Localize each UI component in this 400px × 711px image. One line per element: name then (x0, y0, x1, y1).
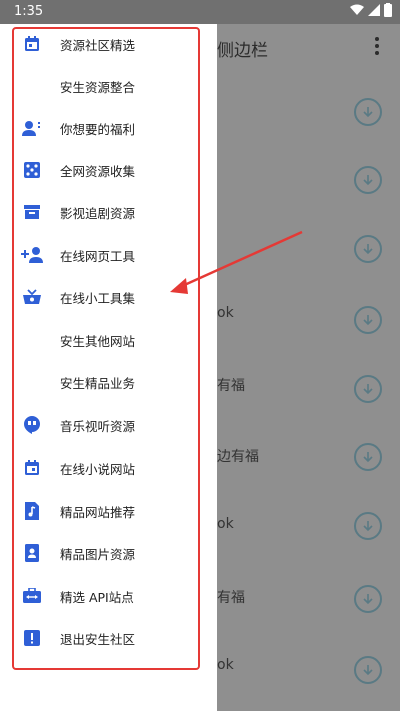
drawer-item-label: 安生精品业务 (60, 375, 136, 391)
wifi-icon (350, 4, 364, 15)
drawer-item-small-tools[interactable]: 在线小工具集 (12, 277, 200, 317)
drawer-item-label: 精品图片资源 (60, 546, 136, 562)
drawer-item-novels[interactable]: 在线小说网站 (12, 448, 200, 488)
drawer-item-label: 安生其他网站 (60, 333, 136, 349)
download-icon[interactable] (354, 656, 382, 684)
alert-icon (14, 628, 50, 648)
drawer-item-exit[interactable]: 退出安生社区 (12, 618, 200, 658)
background-row-text: 有福 (217, 590, 245, 606)
status-icons (350, 3, 392, 17)
drawer-item-integration[interactable]: 安生资源整合 (12, 66, 200, 106)
drawer-item-other-sites[interactable]: 安生其他网站 (12, 320, 200, 360)
person-add-icon (14, 245, 50, 265)
drawer-item-label: 安生资源整合 (60, 79, 136, 95)
background-row-text: ok (217, 657, 234, 673)
portrait-icon (14, 543, 50, 563)
download-icon[interactable] (354, 512, 382, 540)
dice-icon (14, 160, 50, 180)
drawer-item-label: 全网资源收集 (60, 163, 136, 179)
drawer-item-label: 你想要的福利 (60, 121, 136, 137)
overflow-menu-icon[interactable] (370, 36, 384, 56)
drawer-item-recommend[interactable]: 精品网站推荐 (12, 491, 200, 531)
music-file-icon (14, 501, 50, 521)
drawer-item-music[interactable]: 音乐视听资源 (12, 405, 200, 445)
drawer-item-collect[interactable]: 全网资源收集 (12, 150, 200, 190)
archive-icon (14, 202, 50, 222)
drawer-item-label: 在线小工具集 (60, 290, 136, 306)
download-icon[interactable] (354, 585, 382, 613)
drawer-item-label: 音乐视听资源 (60, 418, 136, 434)
drawer-item-resource-picks[interactable]: 资源社区精选 (12, 24, 200, 64)
drawer-status-strip: 1:35 (0, 0, 217, 24)
calendar-icon (14, 458, 50, 478)
basket-icon (14, 287, 50, 307)
drawer-item-api[interactable]: 精选 API站点 (12, 576, 200, 616)
drawer-item-label: 在线小说网站 (60, 461, 136, 477)
drawer-item-label: 影视追剧资源 (60, 205, 136, 221)
person-talk-icon (14, 118, 50, 138)
download-icon[interactable] (354, 98, 382, 126)
background-row-text: 有福 (217, 378, 245, 394)
drawer-item-web-tools[interactable]: 在线网页工具 (12, 235, 200, 275)
battery-icon (384, 3, 392, 17)
app-title: 侧边栏 (217, 41, 268, 61)
download-icon[interactable] (354, 443, 382, 471)
drawer-item-premium[interactable]: 安生精品业务 (12, 362, 200, 402)
download-icon[interactable] (354, 166, 382, 194)
briefcase-icon (14, 586, 50, 606)
background-row-text: 边有福 (217, 449, 259, 465)
download-icon[interactable] (354, 375, 382, 403)
background-row-text: ok (217, 305, 234, 321)
drawer-status-time: 1:35 (14, 4, 44, 19)
drawer-item-label: 资源社区精选 (60, 37, 136, 53)
drawer-item-label: 在线网页工具 (60, 248, 136, 264)
drawer-item-label: 退出安生社区 (60, 631, 136, 647)
drawer-item-images[interactable]: 精品图片资源 (12, 533, 200, 573)
calendar-icon (14, 34, 50, 54)
drawer-item-movies[interactable]: 影视追剧资源 (12, 192, 200, 232)
signal-icon (368, 4, 380, 16)
hangouts-icon (14, 415, 50, 435)
drawer-item-welfare[interactable]: 你想要的福利 (12, 108, 200, 148)
download-icon[interactable] (354, 306, 382, 334)
background-row-text: ok (217, 516, 234, 532)
drawer-item-label: 精选 API站点 (60, 589, 134, 605)
download-icon[interactable] (354, 235, 382, 263)
navigation-drawer: 1:35 资源社区精选 安生资源整合 你想要的福利 全网资源收集 影视追剧资源 … (0, 0, 217, 711)
drawer-item-label: 精品网站推荐 (60, 504, 136, 520)
